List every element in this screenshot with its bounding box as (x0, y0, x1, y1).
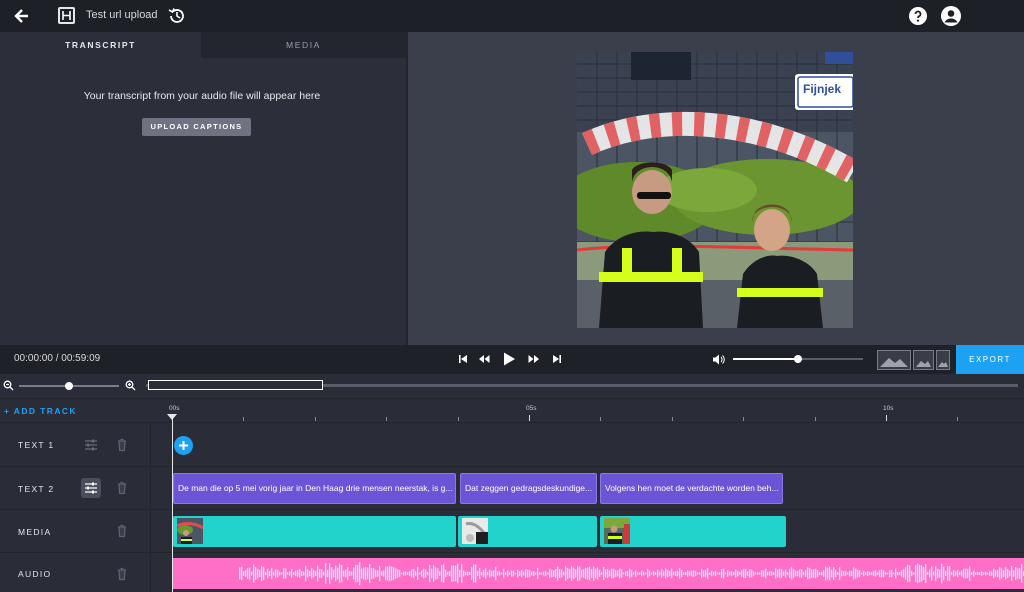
playhead-handle[interactable] (167, 414, 177, 420)
square-image-icon (916, 361, 931, 367)
media-clip[interactable] (458, 516, 597, 547)
zoom-out-icon[interactable] (3, 380, 14, 391)
timecode: 00:00:00 / 00:59:09 (14, 353, 101, 364)
volume-slider-knob[interactable] (794, 355, 802, 363)
tab-transcript[interactable]: TRANSCRIPT (0, 32, 201, 58)
volume-icon[interactable] (712, 353, 725, 366)
delete-track-button[interactable] (112, 478, 132, 498)
ruler-tick (243, 417, 244, 421)
delete-track-button[interactable] (112, 564, 132, 584)
logo-icon[interactable] (58, 7, 75, 24)
caption-clip[interactable]: Dat zeggen gedragsdeskundige... (460, 473, 597, 504)
sliders-icon (85, 439, 97, 451)
track-settings-button[interactable] (81, 478, 101, 498)
playhead[interactable] (172, 414, 173, 592)
caption-clip[interactable]: De man die op 5 mei vorig jaar in Den Ha… (173, 473, 456, 504)
plus-icon (179, 441, 188, 450)
export-button[interactable]: EXPORT (956, 345, 1024, 374)
add-caption-button[interactable] (174, 436, 193, 455)
aspect-portrait-button[interactable] (936, 350, 950, 370)
delete-track-button[interactable] (112, 435, 132, 455)
media-clip[interactable] (600, 516, 786, 547)
media-clip-thumbnail (604, 518, 630, 544)
ruler-tick (386, 417, 387, 421)
ruler-tick (600, 417, 601, 421)
skip-to-start-icon[interactable] (456, 352, 470, 366)
transport-bar: 00:00:00 / 00:59:09 EXPORT (0, 345, 1024, 374)
ruler-tick (315, 417, 316, 421)
volume-slider-fill (733, 358, 798, 360)
tab-media[interactable]: MEDIA (201, 32, 406, 58)
ruler-tick (529, 415, 530, 421)
top-bar: Test url upload (0, 0, 1024, 32)
aspect-square-button[interactable] (913, 350, 934, 370)
panel-tabs: TRANSCRIPT MEDIA (0, 32, 406, 58)
trash-icon (118, 438, 126, 452)
ruler-tick (815, 417, 816, 421)
aspect-landscape-button[interactable] (877, 350, 911, 370)
zoom-in-icon[interactable] (125, 380, 136, 391)
landscape-image-icon (880, 358, 908, 367)
play-icon[interactable] (501, 351, 517, 367)
track-column-divider (150, 423, 151, 592)
track-divider (0, 552, 1024, 553)
back-arrow-icon[interactable] (12, 6, 32, 26)
video-preview: Fijnjek (408, 32, 1024, 345)
rewind-icon[interactable] (477, 352, 491, 366)
ruler-tick (458, 417, 459, 421)
ruler-row: + ADD TRACK 00s 05s 10s (0, 398, 1024, 423)
volume-slider[interactable] (733, 355, 863, 363)
transcript-placeholder: Your transcript from your audio file wil… (83, 90, 321, 102)
timeline-zoom-row (0, 374, 1024, 398)
ruler-tick (957, 417, 958, 421)
track-label-media: MEDIA (18, 527, 52, 537)
timeline-ruler[interactable]: 00s 05s 10s (150, 399, 1024, 424)
zoom-slider-knob[interactable] (65, 382, 73, 390)
portrait-image-icon (938, 362, 948, 367)
ruler-label-0s: 00s (169, 405, 180, 412)
track-label-text-1: TEXT 1 (18, 440, 55, 450)
ruler-tick (886, 415, 887, 421)
video-frame-image: Fijnjek (577, 52, 853, 328)
trash-icon (118, 524, 126, 538)
trash-icon (118, 567, 126, 581)
audio-waveform (239, 561, 1024, 586)
history-icon[interactable] (167, 6, 187, 26)
track-label-text-2: TEXT 2 (18, 484, 55, 494)
video-editor: Test url upload TRANSCRIPT MEDIA Your tr… (0, 0, 1024, 592)
project-title[interactable]: Test url upload (86, 9, 158, 21)
account-icon[interactable] (940, 5, 962, 27)
ruler-label-5s: 05s (526, 405, 537, 412)
track-divider (0, 466, 1024, 467)
delete-track-button[interactable] (112, 521, 132, 541)
help-icon[interactable] (908, 6, 928, 26)
upload-captions-button[interactable]: UPLOAD CAPTIONS (142, 118, 251, 136)
media-clip-thumbnail (462, 518, 488, 544)
ruler-label-10s: 10s (883, 405, 894, 412)
transcript-panel: TRANSCRIPT MEDIA Your transcript from yo… (0, 32, 406, 345)
audio-clip[interactable] (173, 558, 1024, 589)
svg-text:Fijnjek: Fijnjek (803, 82, 841, 96)
caption-clip[interactable]: Volgens hen moet de verdachte worden beh… (600, 473, 783, 504)
fast-forward-icon[interactable] (527, 352, 541, 366)
video-frame[interactable]: Fijnjek (577, 52, 853, 328)
track-divider (0, 509, 1024, 510)
media-clip-thumbnail (177, 518, 203, 544)
track-label-audio: AUDIO (18, 569, 52, 579)
trash-icon (118, 481, 126, 495)
ruler-tick (743, 417, 744, 421)
media-clip[interactable] (173, 516, 456, 547)
zoom-slider[interactable] (19, 382, 119, 390)
track-settings-button[interactable] (81, 435, 101, 455)
ruler-tick (672, 417, 673, 421)
add-track-button[interactable]: + ADD TRACK (4, 406, 77, 416)
timeline-scroll-thumb[interactable] (148, 380, 323, 390)
skip-to-end-icon[interactable] (550, 352, 564, 366)
sliders-icon (85, 482, 97, 494)
